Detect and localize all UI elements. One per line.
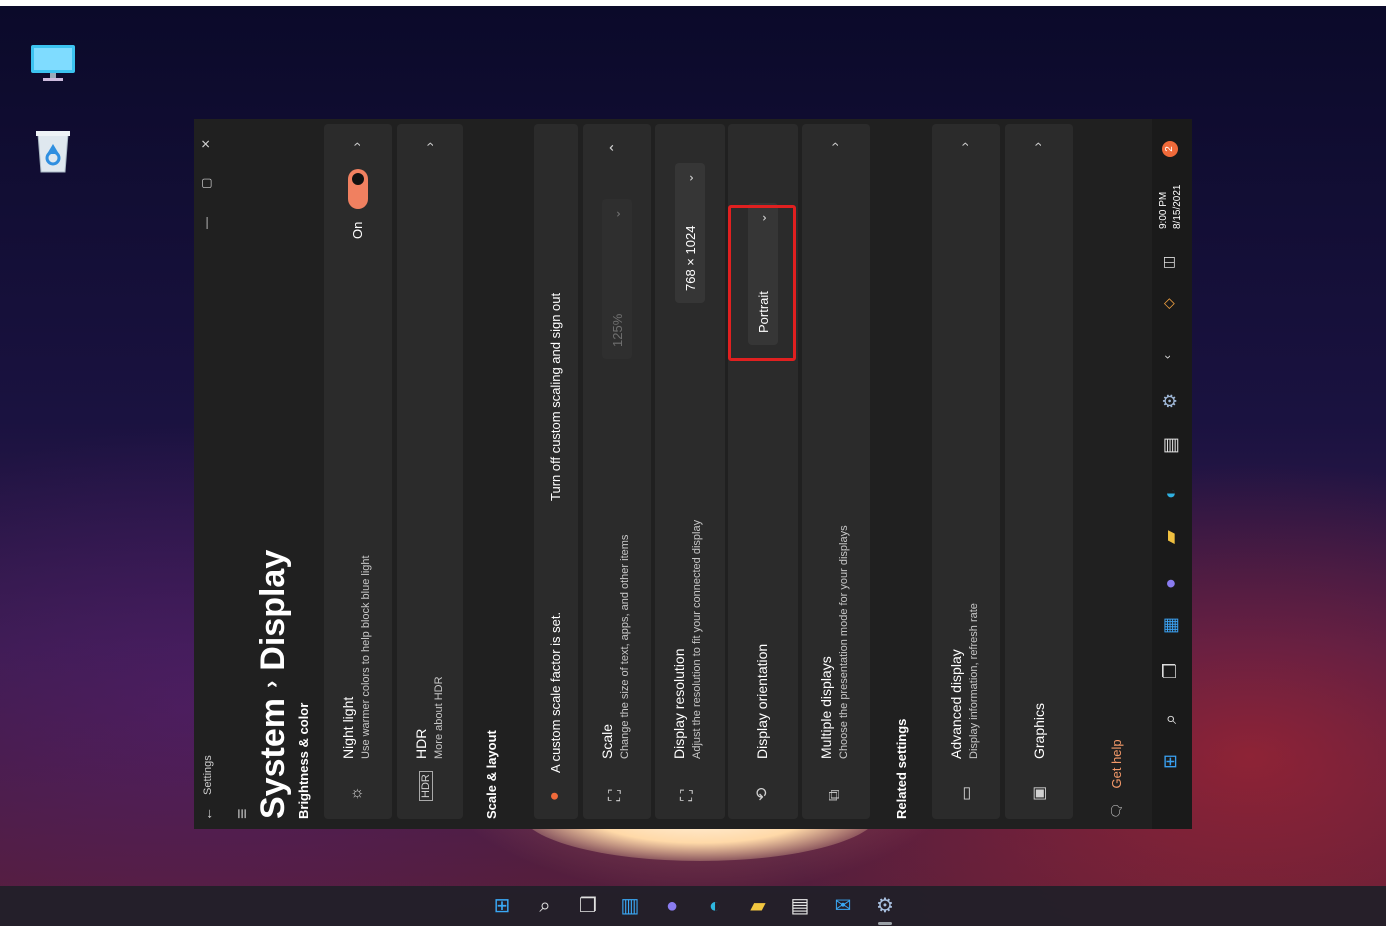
warning-icon: ● [546,791,563,801]
rotated-taskbar: ⊞ ⌕ ❐ ▦ ● ▰ ◐ ▤ ⚙ ‹ ◇ ◫ 9:00 PM 8/15/202… [1152,119,1192,829]
network-icon[interactable]: ◫ [1160,256,1177,269]
scale-dropdown[interactable]: 125% ⌄ [602,199,632,359]
clock-time: 9:00 PM [1158,191,1169,229]
multiple-displays-icon: ⧉ [826,789,843,801]
scale-card[interactable]: ⛶ Scale Change the size of text, apps, a… [583,124,651,819]
desktop: ← Settings — ▢ ✕ ≡ System › Display Bright… [0,6,1386,926]
active-app-indicator [878,922,892,925]
custom-scale-message: A custom scale factor is set. [548,611,563,773]
edge-icon[interactable]: ◐ [1160,488,1181,499]
search-icon[interactable]: ⌕ [533,894,557,918]
multiple-displays-title: Multiple displays [818,656,834,759]
resolution-desc: Adjust the resolution to fit your connec… [691,519,703,759]
orientation-highlight-box [728,205,796,361]
chevron-up-icon[interactable]: ⌃ [607,142,624,154]
mail-icon[interactable]: ✉ [831,894,855,918]
hdr-icon: HDR [419,771,433,801]
graphics-card[interactable]: ▣ Graphics › [1005,124,1073,819]
notification-badge[interactable]: 2 [1162,141,1178,157]
chevron-down-icon: ⌄ [682,173,696,184]
task-view-icon[interactable]: ❐ [576,894,600,918]
menu-icon[interactable]: ≡ [232,808,253,819]
app-title: Settings [202,755,214,795]
advanced-display-desc: Display information, refresh rate [968,603,980,759]
graphics-icon: ▣ [1031,785,1048,801]
turn-off-scaling-link[interactable]: Turn off custom scaling and sign out [548,293,563,501]
chat-icon[interactable]: ● [1160,578,1181,589]
widgets-icon[interactable]: ▦ [1160,617,1181,634]
edge-icon[interactable]: ◐ [703,894,727,918]
file-explorer-icon[interactable]: ▰ [746,894,770,918]
get-help-link[interactable]: Get help [1109,739,1124,788]
rotated-content: ← Settings — ▢ ✕ ≡ System › Display Bright… [194,119,1192,829]
resolution-icon: ⛶ [679,789,696,801]
minimize-icon[interactable]: — [199,217,213,229]
taskbar: ⊞ ⌕ ❐ ▥ ● ◐ ▰ ▤ ✉ ⚙ [0,886,1386,926]
hdr-title: HDR [413,728,429,759]
get-help-row[interactable]: 🗨 Get help [1109,739,1125,819]
multiple-displays-card[interactable]: ⧉ Multiple displays Choose the presentat… [802,124,870,819]
hdr-link[interactable]: More about HDR [433,676,445,759]
advanced-display-card[interactable]: ▭ Advanced display Display information, … [932,124,1000,819]
search-icon[interactable]: ⌕ [1160,714,1181,724]
advanced-display-title: Advanced display [948,649,964,759]
file-explorer-icon[interactable]: ▰ [1160,530,1181,544]
night-light-toggle[interactable] [348,169,368,209]
scale-value: 125% [610,313,625,347]
toggle-state-label: On [350,221,365,239]
chevron-right-icon[interactable]: › [956,142,972,147]
sun-icon: ☼ [348,786,365,801]
advanced-display-icon: ▭ [958,785,975,801]
chevron-right-icon[interactable]: › [348,142,364,147]
title-bar: ← Settings — ▢ ✕ [194,119,222,829]
section-related: Related settings [894,718,909,819]
tray-app-icon[interactable]: ◇ [1160,298,1177,309]
chevron-right-icon[interactable]: › [421,142,437,147]
back-arrow-icon[interactable]: ← [199,807,215,821]
page-title: Display [254,549,292,671]
widgets-icon[interactable]: ▥ [618,894,642,918]
resolution-value: 768 × 1024 [683,225,698,291]
start-icon[interactable]: ⊞ [1160,754,1181,769]
chat-icon[interactable]: ● [660,894,684,918]
recycle-bin-icon[interactable] [34,128,72,174]
night-light-card[interactable]: ☼ Night light Use warmer colors to help … [324,124,392,819]
scale-icon: ⛶ [607,789,624,801]
scale-title: Scale [599,723,615,759]
orientation-icon: ⟲ [754,787,771,801]
breadcrumb-separator: › [258,680,283,689]
night-light-title: Night light [340,696,356,759]
graphics-title: Graphics [1031,702,1047,759]
night-light-desc: Use warmer colors to help block blue lig… [360,555,372,759]
close-icon[interactable]: ✕ [199,139,213,149]
clock-date: 8/15/2021 [1172,184,1183,230]
hdr-card[interactable]: HDR HDR More about HDR › [397,124,463,819]
store-icon[interactable]: ▤ [788,894,812,918]
resolution-title: Display resolution [671,648,687,760]
settings-icon[interactable]: ⚙ [873,894,897,918]
chevron-right-icon[interactable]: › [826,142,842,147]
section-scale-layout: Scale & layout [484,730,499,819]
tray-chevron-icon[interactable]: ‹ [1160,355,1174,359]
custom-scale-banner: ● A custom scale factor is set. Turn off… [534,124,578,819]
resolution-dropdown[interactable]: 768 × 1024 ⌄ [675,163,705,303]
settings-window: ← Settings — ▢ ✕ ≡ System › Display Bright… [194,119,1192,829]
scale-desc: Change the size of text, apps, and other… [619,534,631,759]
multiple-displays-desc: Choose the presentation mode for your di… [838,525,850,759]
breadcrumb-system[interactable]: System [254,698,292,819]
help-icon: 🗨 [1109,802,1124,819]
settings-icon[interactable]: ⚙ [1160,393,1181,409]
section-brightness: Brightness & color [296,702,311,819]
toggle-knob [352,173,364,185]
chevron-right-icon[interactable]: › [1029,142,1045,147]
breadcrumb: System › Display [254,550,293,819]
resolution-card[interactable]: ⛶ Display resolution Adjust the resoluti… [655,124,725,819]
start-icon[interactable]: ⊞ [490,894,514,918]
orientation-title: Display orientation [754,643,770,759]
chevron-down-icon: ⌄ [609,209,623,220]
task-view-icon[interactable]: ❐ [1160,663,1181,679]
this-pc-monitor-icon[interactable] [30,44,76,82]
maximize-icon[interactable]: ▢ [199,178,213,189]
store-icon[interactable]: ▤ [1160,437,1181,454]
